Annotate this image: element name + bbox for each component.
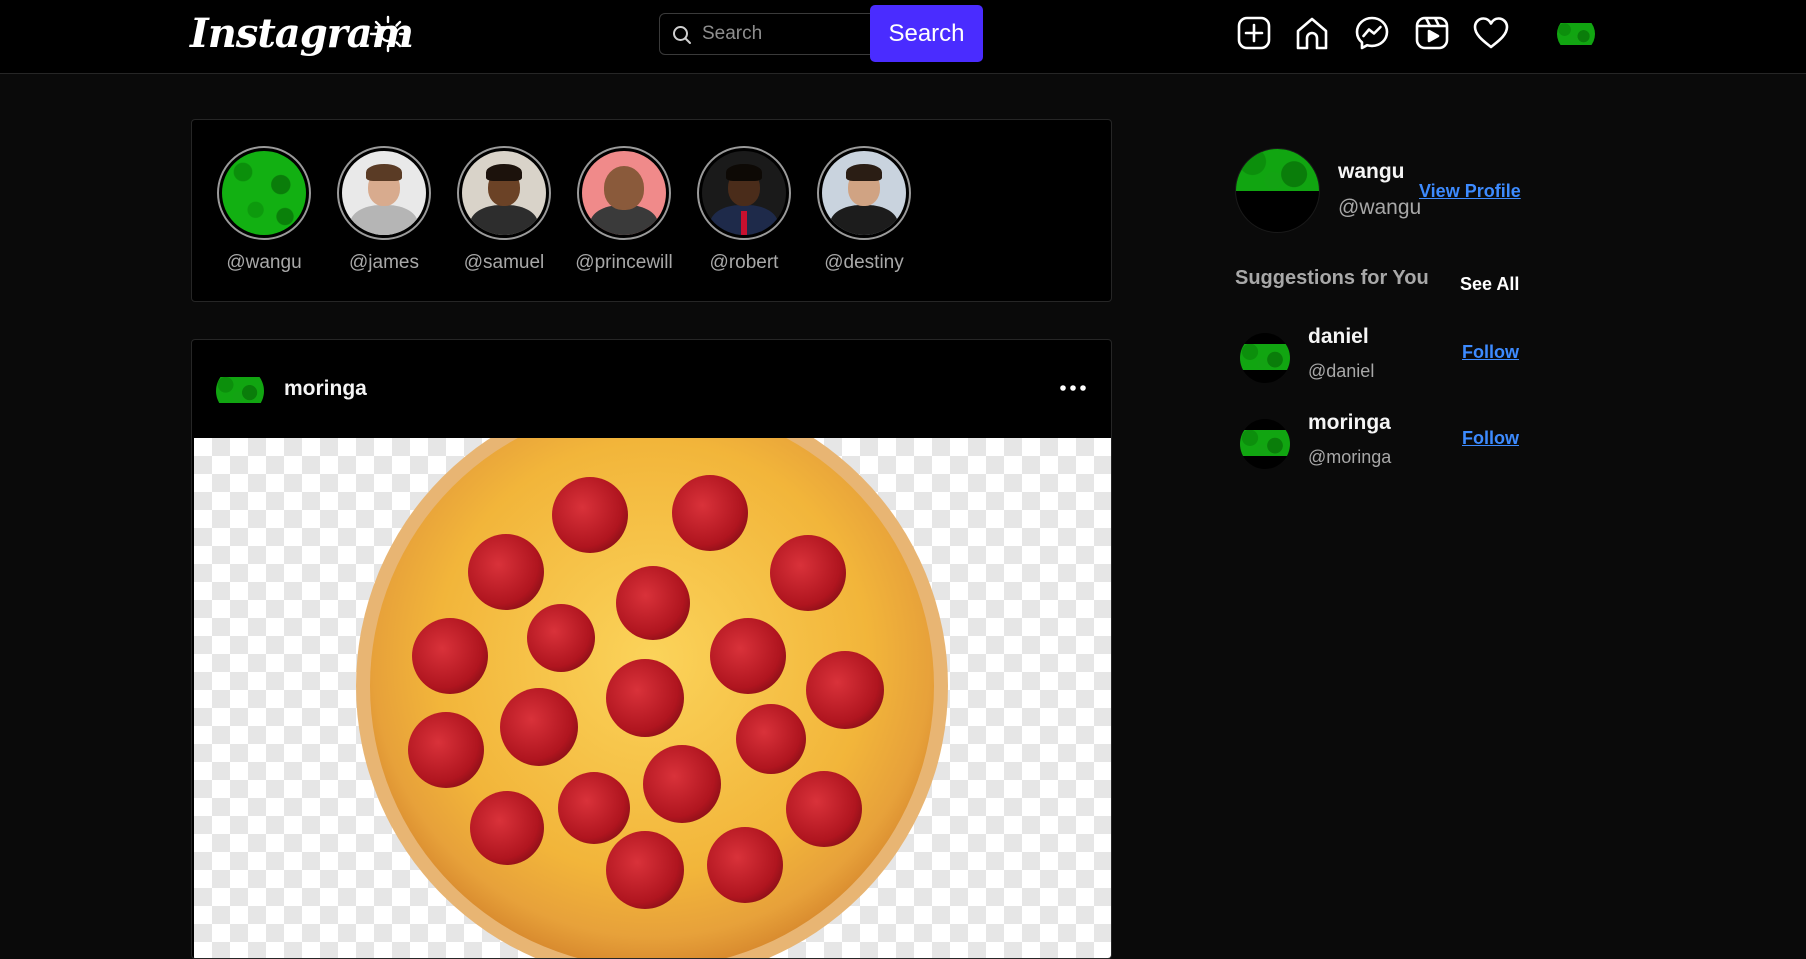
story-avatar [222, 151, 306, 235]
pizza-image [356, 390, 948, 958]
current-user-avatar[interactable] [1235, 148, 1320, 233]
current-user-handle: @wangu [1338, 196, 1422, 219]
story-avatar [462, 151, 546, 235]
story-handle: @princewill [575, 252, 673, 273]
current-user-name: wangu [1338, 160, 1405, 183]
avatar-image [1236, 149, 1319, 191]
avatar-image [216, 377, 264, 403]
heart-icon[interactable] [1472, 14, 1510, 52]
search-icon [673, 26, 691, 44]
suggestion-name[interactable]: moringa [1308, 411, 1391, 435]
story-handle: @destiny [824, 252, 904, 273]
suggestion-item: moringa @moringa Follow [1240, 411, 1519, 479]
story-avatar [702, 151, 786, 235]
suggestion-avatar[interactable] [1240, 419, 1290, 469]
more-horizontal-icon[interactable] [1058, 376, 1088, 400]
top-navigation-bar: Instagram Search [0, 0, 1806, 74]
search-field [659, 13, 871, 55]
suggestion-avatar[interactable] [1240, 333, 1290, 383]
story-ring [457, 146, 551, 240]
story-handle: @samuel [463, 252, 545, 273]
stories-bar: @wangu @james @samuel @princewill @rober… [191, 119, 1112, 302]
search-input[interactable] [702, 14, 867, 54]
story-avatar [342, 151, 426, 235]
profile-avatar[interactable] [1557, 15, 1595, 53]
avatar-image [1557, 23, 1595, 45]
follow-button[interactable]: Follow [1462, 428, 1519, 449]
messenger-icon[interactable] [1353, 14, 1391, 52]
story-avatar [822, 151, 906, 235]
story-avatar [582, 151, 666, 235]
suggestion-item: daniel @daniel Follow [1240, 325, 1519, 393]
see-all-link[interactable]: See All [1460, 274, 1519, 295]
story-item[interactable]: @destiny [809, 146, 919, 274]
story-ring [337, 146, 431, 240]
story-ring [697, 146, 791, 240]
story-handle: @james [349, 252, 419, 273]
search-button[interactable]: Search [870, 5, 983, 62]
follow-button[interactable]: Follow [1462, 342, 1519, 363]
avatar-image [1240, 344, 1290, 370]
avatar-image [1240, 430, 1290, 456]
post-image[interactable] [194, 390, 1111, 958]
home-icon[interactable] [1293, 14, 1331, 52]
suggestion-handle: @daniel [1308, 361, 1375, 381]
story-item[interactable]: @princewill [569, 146, 679, 274]
plus-square-icon[interactable] [1235, 14, 1273, 52]
story-ring [217, 146, 311, 240]
suggestion-handle: @moringa [1308, 447, 1392, 467]
feed-post: moringa [191, 339, 1112, 959]
suggestion-name[interactable]: daniel [1308, 325, 1369, 349]
suggestions-title: Suggestions for You [1235, 267, 1429, 289]
reels-icon[interactable] [1413, 14, 1451, 52]
story-item[interactable]: @robert [689, 146, 799, 274]
story-handle: @robert [709, 252, 779, 273]
story-item[interactable]: @samuel [449, 146, 559, 274]
post-author-avatar[interactable] [216, 367, 264, 415]
story-item[interactable]: @james [329, 146, 439, 274]
story-item[interactable]: @wangu [209, 146, 319, 274]
story-ring [817, 146, 911, 240]
view-profile-link[interactable]: View Profile [1419, 181, 1521, 202]
post-author-name[interactable]: moringa [284, 377, 367, 401]
story-handle: @wangu [226, 252, 302, 273]
story-ring [577, 146, 671, 240]
sun-icon[interactable] [368, 14, 408, 54]
